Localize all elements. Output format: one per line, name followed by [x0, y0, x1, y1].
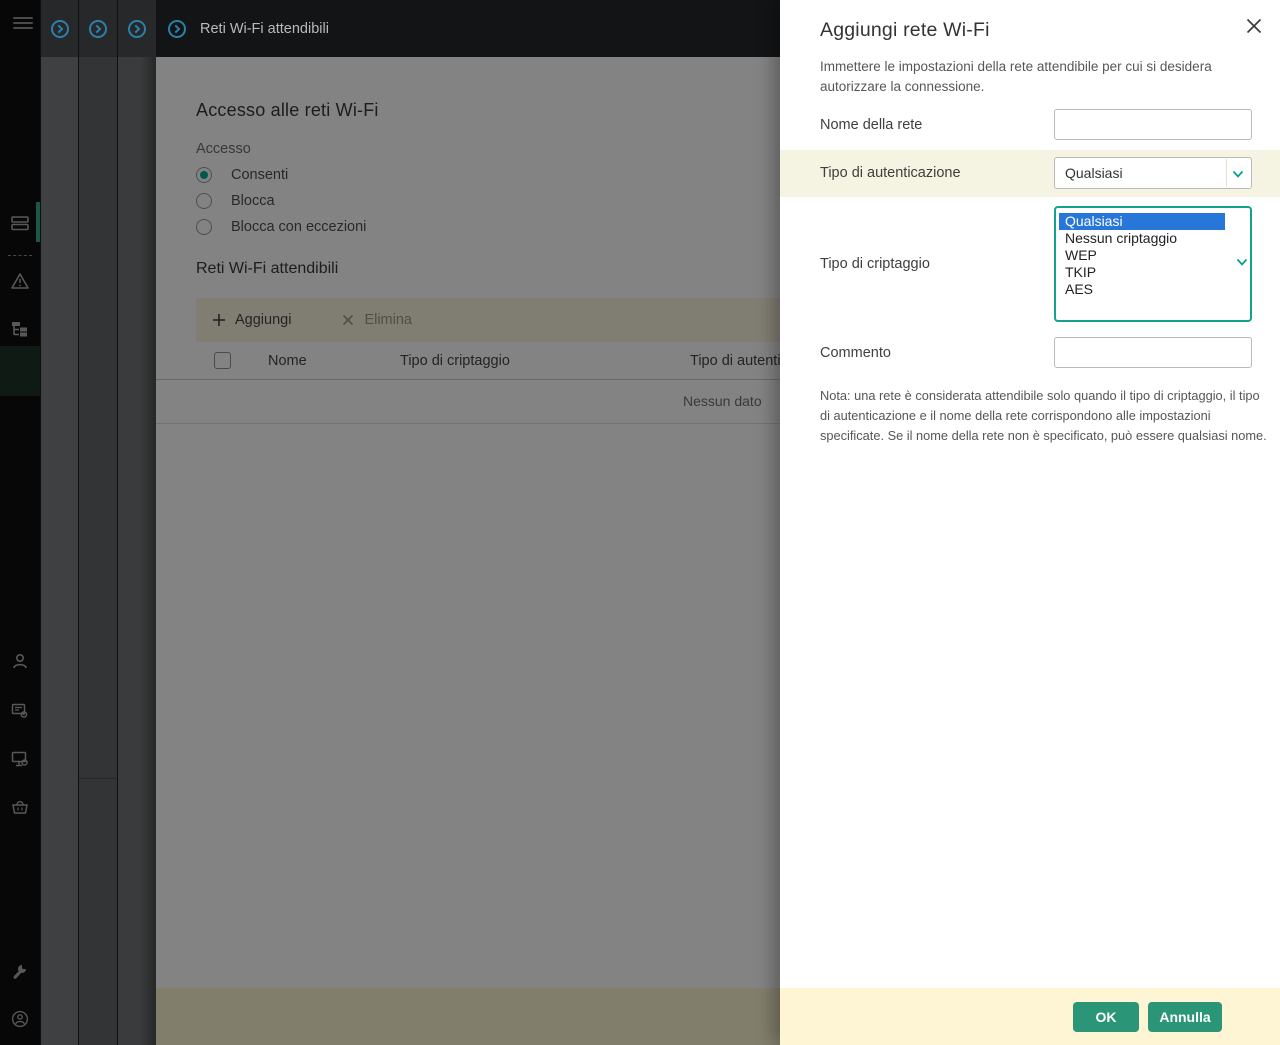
sidebar-item-active[interactable]: [0, 346, 40, 396]
active-tab-header[interactable]: Reti Wi-Fi attendibili: [156, 0, 780, 57]
auth-type-label: Tipo di autenticazione: [820, 165, 961, 181]
panel-description: Immettere le impostazioni della rete att…: [820, 59, 1212, 94]
panel-note: Nota: una rete è considerata attendibile…: [820, 388, 1267, 443]
users-icon[interactable]: [11, 652, 29, 670]
drill-circle-icon: [127, 19, 147, 39]
collapsed-panel-3: [117, 0, 156, 1045]
collapsed-panel-body[interactable]: [79, 57, 117, 1045]
page-title: Reti Wi-Fi attendibili: [200, 20, 329, 37]
listbox-option[interactable]: AES: [1059, 281, 1225, 298]
listbox-option[interactable]: TKIP: [1059, 264, 1225, 281]
monitoring-icon[interactable]: [11, 214, 29, 232]
comment-label: Commento: [820, 345, 891, 361]
active-section-accent: [36, 202, 40, 242]
select-divider: [1226, 159, 1227, 187]
chevron-down-icon: [1232, 170, 1244, 179]
hierarchy-tree-icon[interactable]: [11, 320, 29, 338]
auth-type-value: Qualsiasi: [1065, 165, 1123, 181]
collapsed-tab-2[interactable]: [79, 0, 117, 57]
policies-gear-icon[interactable]: [11, 702, 29, 720]
encryption-type-label: Tipo di criptaggio: [820, 256, 930, 272]
cancel-button[interactable]: Annulla: [1148, 1002, 1222, 1032]
collapsed-tab-3[interactable]: [118, 0, 156, 57]
hamburger-menu-icon[interactable]: [13, 17, 33, 31]
collapsed-panel-body[interactable]: [118, 57, 156, 1045]
chevron-down-icon: [1236, 258, 1248, 267]
account-icon[interactable]: [11, 1010, 29, 1028]
listbox-option[interactable]: WEP: [1059, 247, 1225, 264]
comment-input[interactable]: [1054, 337, 1252, 368]
panel-footer-bar: OK Annulla: [780, 988, 1280, 1045]
main-sidebar: [0, 0, 40, 1045]
encryption-type-listbox[interactable]: Qualsiasi Nessun criptaggio WEP TKIP AES: [1054, 206, 1252, 322]
app-root: Reti Wi-Fi attendibili Accesso alle reti…: [0, 0, 1280, 1045]
collapsed-panel-body[interactable]: [41, 57, 78, 1045]
add-wifi-panel: Aggiungi rete Wi-Fi Immettere le imposta…: [780, 0, 1280, 1045]
listbox-option-selected[interactable]: Qualsiasi: [1059, 213, 1225, 230]
modal-dim-overlay: [156, 57, 780, 1045]
collapsed-panel-2: [78, 0, 117, 1045]
panel-title: Aggiungi rete Wi-Fi: [820, 19, 990, 41]
drill-circle-icon: [50, 19, 70, 39]
drill-circle-icon: [167, 19, 187, 39]
close-icon[interactable]: [1245, 17, 1263, 35]
listbox-option[interactable]: Nessun criptaggio: [1059, 230, 1225, 247]
collapsed-panel-1: [40, 0, 78, 1045]
ok-button[interactable]: OK: [1073, 1002, 1139, 1032]
marketplace-basket-icon[interactable]: [11, 798, 29, 816]
drill-circle-icon: [88, 19, 108, 39]
collapsed-tab-1[interactable]: [41, 0, 78, 57]
settings-wrench-icon[interactable]: [11, 962, 29, 980]
network-name-label: Nome della rete: [820, 117, 923, 133]
settings-content: Accesso alle reti Wi-Fi Accesso Consenti…: [156, 57, 780, 1045]
alerts-warning-icon[interactable]: [11, 272, 29, 290]
auth-type-select[interactable]: Qualsiasi: [1054, 157, 1252, 189]
network-name-input[interactable]: [1054, 109, 1252, 140]
sidebar-divider: [8, 255, 32, 256]
collapsed-panels: [40, 0, 156, 1045]
remote-install-icon[interactable]: [11, 750, 29, 768]
